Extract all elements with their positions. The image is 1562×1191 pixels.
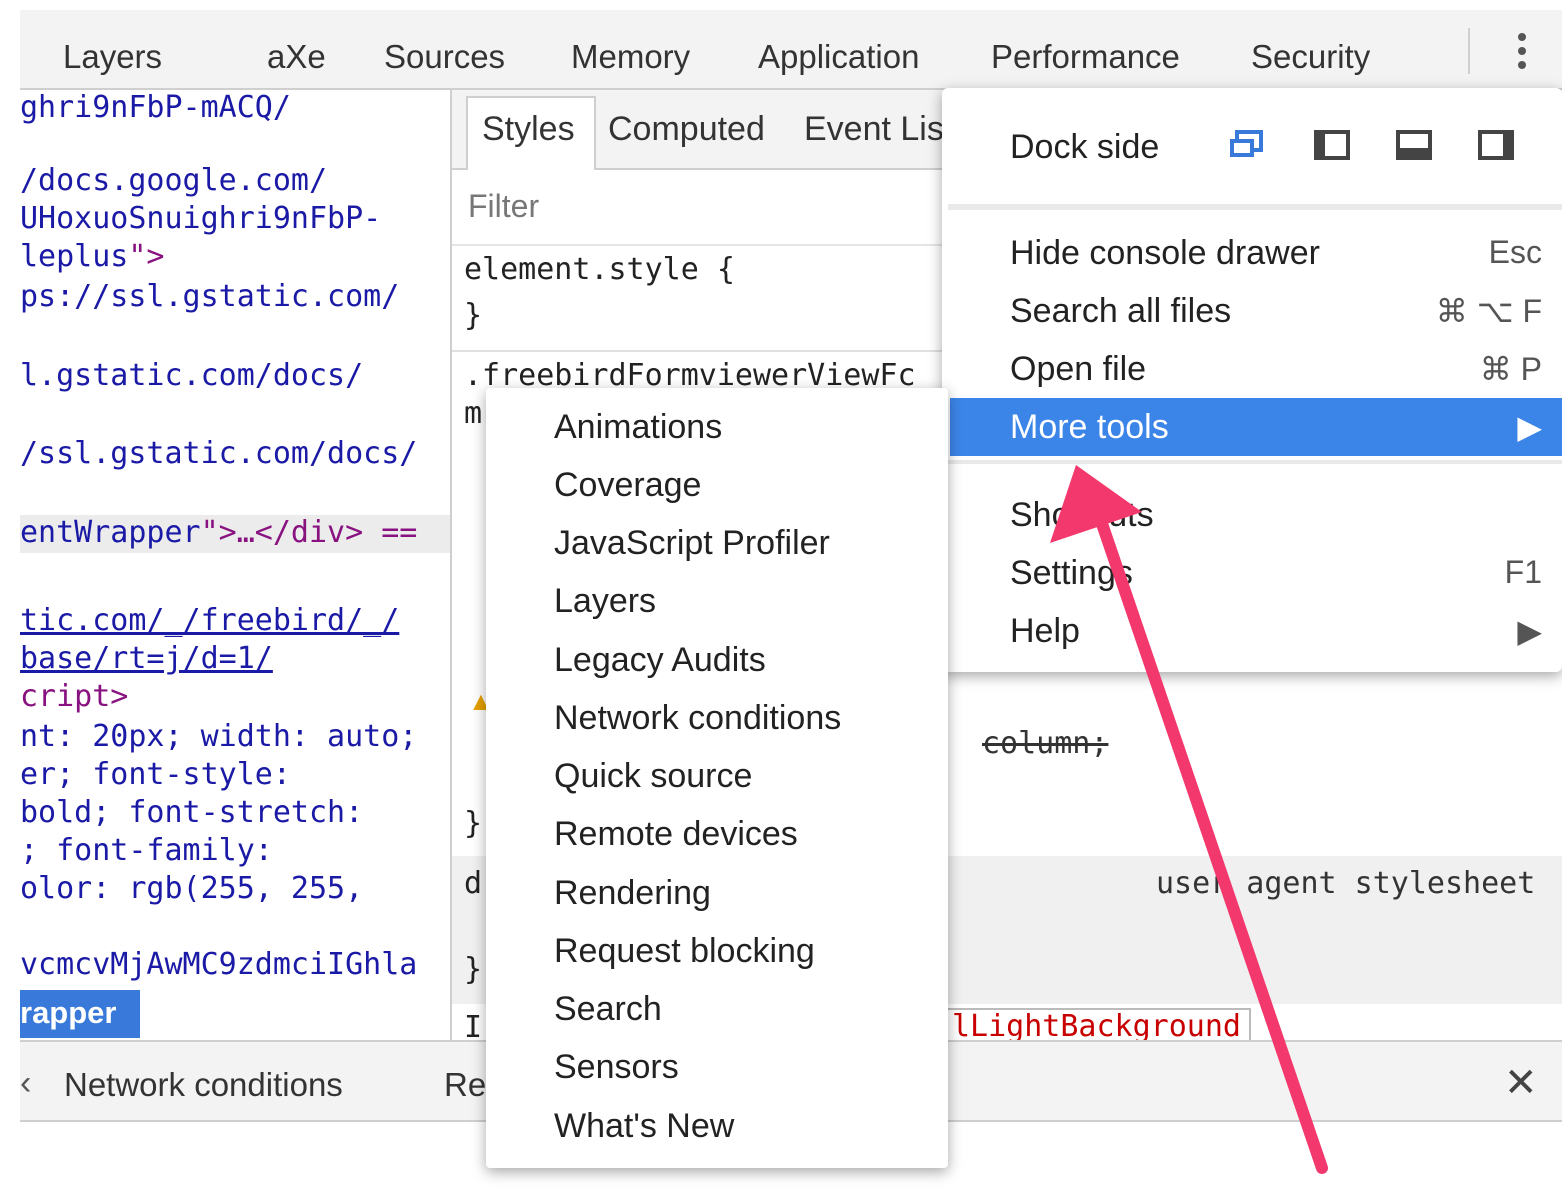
menu-item-label: Hide console drawer: [1010, 234, 1320, 272]
submenu-item-quick-source[interactable]: Quick source: [554, 757, 752, 796]
submenu-item-coverage[interactable]: Coverage: [554, 466, 701, 505]
menu-item-open-file[interactable]: Open file ⌘ P: [942, 340, 1562, 396]
code-line[interactable]: /ssl.gstatic.com/docs/: [20, 436, 417, 472]
code-line[interactable]: vcmcvMjAwMC9zdmciIGhla: [20, 947, 417, 983]
menu-item-shortcut: F1: [1504, 554, 1542, 590]
code-line[interactable]: olor: rgb(255, 255,: [20, 871, 363, 907]
tab-axe[interactable]: aXe: [267, 38, 326, 76]
script-src-link[interactable]: base/rt=j/d=1/: [20, 641, 273, 677]
code-line[interactable]: /docs.google.com/: [20, 163, 327, 199]
menu-separator: [948, 460, 1562, 464]
dock-bottom-icon[interactable]: [1396, 130, 1432, 160]
code-line[interactable]: bold; font-stretch:: [20, 795, 363, 831]
overridden-property[interactable]: column;: [982, 726, 1108, 761]
rule-close-brace: }: [464, 806, 483, 841]
menu-item-help[interactable]: Help ▶: [942, 602, 1562, 658]
css-fragment: m: [464, 396, 483, 431]
breadcrumb-selected-node[interactable]: rapper: [20, 990, 140, 1038]
styles-tab-bar: Styles Computed Event Lis: [452, 90, 952, 170]
css-fragment: d: [464, 866, 483, 901]
menu-item-label: Help: [1010, 612, 1080, 650]
submenu-item-request-blocking[interactable]: Request blocking: [554, 932, 815, 971]
styles-filter[interactable]: Filter: [452, 170, 952, 246]
menu-item-shortcut: Esc: [1488, 234, 1542, 270]
more-tools-submenu: Animations Coverage JavaScript Profiler …: [486, 388, 948, 1168]
submenu-arrow-icon: ▶: [1517, 409, 1542, 445]
tab-computed[interactable]: Computed: [608, 110, 765, 149]
tab-performance[interactable]: Performance: [991, 38, 1180, 76]
menu-item-label: Shortcuts: [1010, 496, 1154, 534]
tab-styles[interactable]: Styles: [466, 96, 596, 170]
submenu-item-remote-devices[interactable]: Remote devices: [554, 815, 798, 854]
menu-separator: [948, 204, 1562, 210]
elements-tree: ghri9nFbP-mACQ/ /docs.google.com/ UHoxuo…: [20, 90, 450, 1040]
rule-close-brace: }: [464, 298, 483, 333]
tab-application[interactable]: Application: [758, 38, 919, 76]
submenu-item-network-conditions[interactable]: Network conditions: [554, 699, 841, 738]
menu-item-shortcut: ⌘ ⌥ F: [1435, 293, 1542, 329]
submenu-item-animations[interactable]: Animations: [554, 408, 722, 447]
filter-input[interactable]: Filter: [468, 188, 539, 225]
tab-sources[interactable]: Sources: [384, 38, 505, 76]
menu-item-hide-console-drawer[interactable]: Hide console drawer Esc: [942, 224, 1562, 280]
code-line[interactable]: nt: 20px; width: auto;: [20, 719, 417, 755]
customize-devtools-menu: Dock side Hide console drawer Esc Search…: [942, 88, 1562, 672]
menu-item-more-tools[interactable]: More tools ▶: [950, 398, 1562, 456]
attr-value: leplus: [20, 239, 129, 274]
submenu-item-layers[interactable]: Layers: [554, 582, 656, 621]
element-style-rule[interactable]: element.style {: [464, 252, 735, 287]
rule-close-brace: }: [464, 952, 483, 987]
code-line[interactable]: ps://ssl.gstatic.com/: [20, 279, 399, 315]
submenu-item-whats-new[interactable]: What's New: [554, 1107, 734, 1146]
submenu-item-rendering[interactable]: Rendering: [554, 874, 711, 913]
menu-item-shortcut: ⌘ P: [1479, 351, 1542, 387]
menu-item-label: Settings: [1010, 554, 1133, 592]
submenu-arrow-icon: ▶: [1517, 613, 1542, 649]
undock-icon[interactable]: [1228, 130, 1264, 160]
drawer-tab-partial[interactable]: Re: [444, 1066, 486, 1104]
selected-code-line[interactable]: entWrapper">…</div> ==: [20, 515, 417, 551]
tab-styles-label: Styles: [482, 110, 575, 148]
submenu-item-legacy-audits[interactable]: Legacy Audits: [554, 641, 766, 680]
code-line[interactable]: l.gstatic.com/docs/: [20, 358, 363, 394]
code-line[interactable]: ghri9nFbP-mACQ/: [20, 90, 291, 126]
tag-fragment: ">…</div> ==: [200, 515, 418, 550]
devtools-tab-bar: Layers aXe Sources Memory Application Pe…: [20, 10, 1562, 90]
code-line[interactable]: er; font-style:: [20, 757, 291, 793]
drawer-scroll-left-icon[interactable]: ‹: [20, 1064, 31, 1103]
menu-item-label: More tools: [1010, 408, 1169, 446]
code-line[interactable]: cript>: [20, 679, 128, 715]
tag-fragment: ">: [128, 239, 165, 274]
tab-security[interactable]: Security: [1251, 38, 1370, 76]
dock-right-icon[interactable]: [1478, 130, 1514, 160]
tab-memory[interactable]: Memory: [571, 38, 690, 76]
menu-item-label: Search all files: [1010, 292, 1232, 330]
menu-item-label: Open file: [1010, 350, 1147, 388]
submenu-item-javascript-profiler[interactable]: JavaScript Profiler: [554, 524, 830, 563]
tab-bar-divider: [1468, 28, 1470, 74]
code-line[interactable]: leplus">: [20, 239, 165, 275]
menu-item-shortcuts[interactable]: Shortcuts: [942, 486, 1562, 542]
menu-item-search-all-files[interactable]: Search all files ⌘ ⌥ F: [942, 282, 1562, 338]
dock-left-icon[interactable]: [1314, 130, 1350, 160]
submenu-item-sensors[interactable]: Sensors: [554, 1048, 679, 1087]
rule-divider: [452, 350, 952, 352]
menu-item-settings[interactable]: Settings F1: [942, 544, 1562, 600]
drawer-tab-network-conditions[interactable]: Network conditions: [64, 1066, 343, 1104]
kebab-menu-icon[interactable]: [1510, 28, 1534, 80]
close-icon[interactable]: ✕: [1504, 1060, 1538, 1106]
user-agent-stylesheet-label: user agent stylesheet: [1156, 866, 1536, 901]
attr-value: entWrapper: [20, 515, 201, 550]
submenu-item-search[interactable]: Search: [554, 990, 662, 1029]
code-line[interactable]: UHoxuoSnuighri9nFbP-: [20, 201, 381, 237]
tab-layers[interactable]: Layers: [63, 38, 162, 76]
tab-event-listeners[interactable]: Event Lis: [804, 110, 944, 149]
dock-side-label: Dock side: [1010, 128, 1160, 166]
code-line[interactable]: ; font-family:: [20, 833, 273, 869]
script-src-link[interactable]: tic.com/_/freebird/_/: [20, 603, 399, 639]
inherited-selector-link[interactable]: lLightBackground: [942, 1008, 1251, 1040]
